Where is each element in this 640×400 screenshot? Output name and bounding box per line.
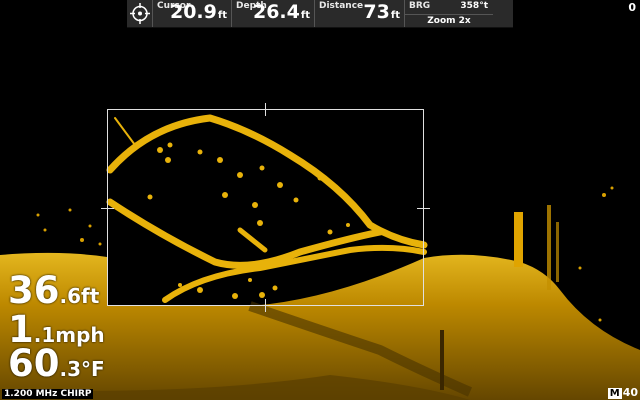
depth-readout-decimal: .6: [59, 284, 82, 308]
zoom-window-tick-bottom: [265, 299, 266, 312]
temperature-readout-unit: °F: [81, 357, 105, 381]
distance-number: 73: [363, 1, 390, 23]
speed-readout-unit: mph: [55, 323, 105, 347]
depth-readout: Depth 26.4ft: [232, 0, 315, 27]
cursor-value: 20.9ft: [170, 2, 227, 26]
temperature-readout-decimal: .3: [59, 357, 82, 381]
target-cell[interactable]: [127, 0, 153, 27]
range-indicator[interactable]: M 40: [607, 386, 638, 399]
distance-value: 73ft: [363, 2, 400, 26]
top-right-indicator: 0: [628, 1, 636, 14]
depth-readout-unit: ft: [81, 284, 100, 308]
distance-unit: ft: [390, 10, 400, 21]
bearing-value: 358°t: [460, 1, 488, 11]
range-value: 40: [622, 386, 638, 399]
crosshair-icon[interactable]: [127, 0, 153, 27]
distance-label: Distance: [319, 1, 364, 11]
bearing-zoom-readout: BRG 358°t Zoom 2x: [405, 0, 493, 27]
depth-number: 26.4: [252, 1, 300, 23]
frequency-label: 1.200 MHz CHIRP: [2, 389, 94, 399]
zoom-window-tick-top: [265, 103, 266, 116]
zoom-window-tick-left: [101, 208, 114, 209]
temperature-digital-readout: 60.3°F: [8, 345, 105, 382]
range-mode-badge: M: [607, 388, 622, 399]
depth-digital-readout: 36.6ft: [8, 272, 99, 309]
depth-readout-value: 36: [8, 269, 60, 312]
status-bar: Cursor 20.9ft Depth 26.4ft Distance 73ft…: [127, 0, 513, 28]
temperature-readout-value: 60: [8, 342, 60, 385]
cursor-number: 20.9: [169, 1, 217, 23]
zoom-window-tick-right: [417, 208, 430, 209]
depth-unit: ft: [300, 10, 310, 21]
depth-value: 26.4ft: [253, 2, 310, 26]
distance-readout: Distance 73ft: [315, 0, 405, 27]
cursor-unit: ft: [217, 10, 227, 21]
bearing-label: BRG: [409, 1, 431, 11]
zoom-window[interactable]: [101, 103, 430, 312]
zoom-level[interactable]: Zoom 2x: [405, 14, 493, 26]
cursor-readout: Cursor 20.9ft: [153, 0, 232, 27]
